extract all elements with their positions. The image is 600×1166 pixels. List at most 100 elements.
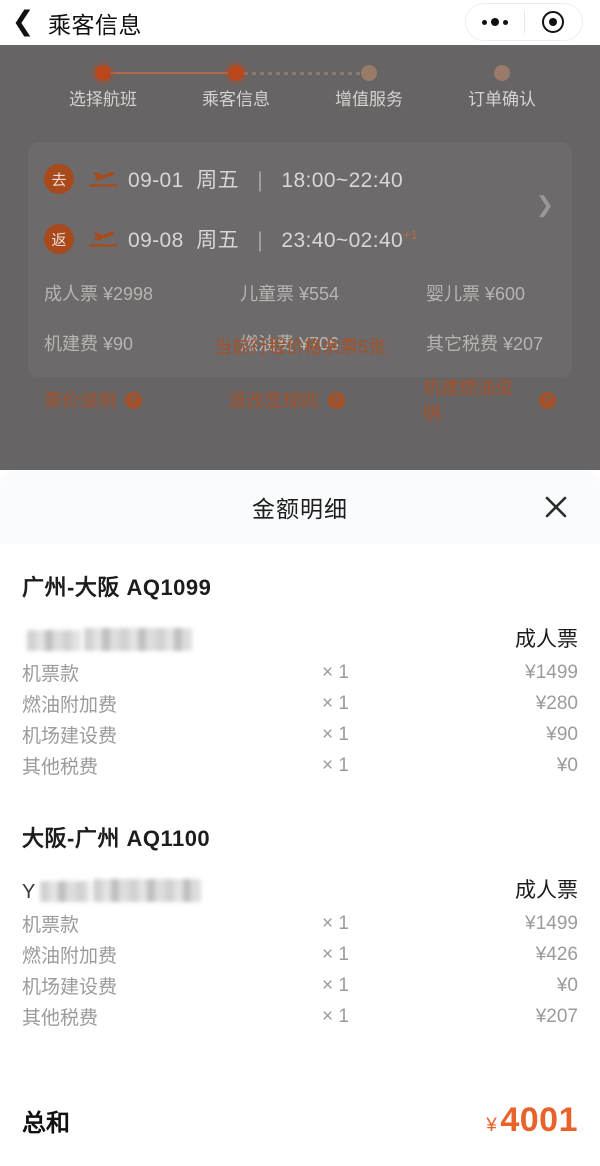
question-mark-icon[interactable]: ? (125, 391, 142, 409)
link-fare-rules-label: 票价说明 (44, 391, 116, 411)
question-mark-icon[interactable]: ? (327, 391, 345, 409)
leg-time-outbound: 18:00~22:40 (281, 169, 404, 192)
leg-info-outbound: 09-01 周五 | 18:00~22:40 (128, 164, 403, 194)
total-label: 总和 (22, 1109, 70, 1137)
stepper-label-1: 选择航班 (69, 90, 137, 109)
leg-weekday-return: 周五 (196, 229, 240, 252)
name-blur-part-1 (27, 630, 81, 651)
leg-badge-outbound: 去 (44, 164, 74, 194)
fee-row: 机场建设费 × 1 ¥90 (22, 719, 578, 750)
fee-amount: ¥280 (535, 692, 578, 714)
stepper-label-2: 乘客信息 (202, 90, 270, 109)
passenger-row-return: Y 成人票 (22, 870, 578, 908)
fee-row: 机票款 × 1 ¥1499 (22, 908, 578, 939)
total-amount: 4001 (500, 1100, 578, 1139)
name-blur-part-2 (93, 879, 202, 902)
fee-name: 机票款 (22, 664, 80, 685)
question-mark-icon[interactable]: ? (539, 391, 557, 409)
remaining-seats-text: 当前行程价格余票5张 (213, 337, 386, 357)
passenger-name-prefix-return: Y (22, 881, 36, 903)
link-fare-rules[interactable]: 票价说明 ? (44, 387, 229, 413)
passenger-type-return: 成人票 (515, 879, 578, 902)
chevron-left-icon[interactable]: ❮ (0, 0, 46, 45)
link-construction-fuel-label: 机建燃油说明 (423, 378, 514, 424)
passenger-row-outbound: 成人票 (22, 619, 578, 657)
fee-amount: ¥0 (556, 974, 578, 996)
price-segment-return: 大阪-广州 AQ1100 Y 成人票 机票款 × 1 ¥1499 燃油附加费 ×… (22, 781, 578, 1032)
fare-infant: 婴儿票 ¥600 (426, 284, 526, 304)
page-title: 乘客信息 (48, 11, 142, 38)
fare-adult: 成人票 ¥2998 (44, 284, 154, 304)
app-root: ❮ 乘客信息 选择航班 乘客信息 增值服务 订单确认 去 09-01 周五 | … (0, 0, 600, 1166)
stepper-dot-4[interactable] (494, 65, 510, 81)
fee-qty: × 1 (322, 943, 349, 965)
fee-qty: × 1 (322, 1005, 349, 1027)
policy-links-row: 票价说明 ? 退改签规则 ? 机建燃油说明 ? (44, 374, 557, 426)
fee-amount: ¥207 (535, 1005, 578, 1027)
stepper-dot-2[interactable] (228, 65, 244, 81)
fee-row: 燃油附加费 × 1 ¥280 (22, 688, 578, 719)
fee-qty: × 1 (322, 723, 349, 745)
leg-date-outbound: 09-01 (128, 169, 184, 192)
leg-date-return: 09-08 (128, 229, 184, 252)
fee-amount: ¥1499 (525, 661, 578, 683)
leg-weekday-outbound: 周五 (196, 169, 240, 192)
fee-name: 机场建设费 (22, 977, 118, 998)
name-blur-part-1 (40, 881, 91, 902)
fee-qty: × 1 (322, 974, 349, 996)
stepper-segment-2 (236, 71, 369, 75)
passenger-name-masked-return: Y (22, 876, 202, 903)
link-refund-change-label: 退改签规则 (228, 391, 319, 411)
fee-row: 机场建设费 × 1 ¥0 (22, 970, 578, 1001)
name-blur-part-2 (84, 628, 192, 651)
fee-name: 机票款 (22, 915, 80, 936)
fee-amount: ¥426 (535, 943, 578, 965)
passenger-type-outbound: 成人票 (515, 628, 578, 651)
link-construction-fuel-info[interactable]: 机建燃油说明 ? (423, 374, 557, 426)
plane-takeoff-icon (88, 171, 118, 187)
stepper-label-4: 订单确认 (468, 90, 536, 109)
stepper-dot-3[interactable] (361, 65, 377, 81)
chevron-right-icon[interactable]: ❯ (536, 192, 554, 218)
flight-leg-return[interactable]: 返 09-08 周五 | 23:40~02:40+1 (44, 217, 418, 261)
leg-separator-outbound: | (257, 169, 264, 192)
stepper-label-3: 增值服务 (335, 90, 403, 109)
stepper-dot-1[interactable] (95, 65, 111, 81)
fee-name: 其他税费 (22, 757, 99, 778)
fee-qty: × 1 (322, 912, 349, 934)
dimmed-background-page: 选择航班 乘客信息 增值服务 订单确认 去 09-01 周五 | 18:00~2… (0, 45, 600, 470)
fare-row-tickets: 成人票 ¥2998 儿童票 ¥554 婴儿票 ¥600 (44, 268, 556, 318)
more-dots-icon[interactable] (466, 4, 524, 40)
target-circle-icon[interactable] (525, 4, 583, 40)
total-row: 总和 ¥4001 (0, 1096, 600, 1144)
fee-list-return: 机票款 × 1 ¥1499 燃油附加费 × 1 ¥426 机场建设费 × 1 ¥… (22, 908, 578, 1032)
fee-qty: × 1 (322, 692, 349, 714)
fee-name: 燃油附加费 (22, 946, 118, 967)
currency-symbol: ¥ (486, 1114, 498, 1136)
price-segment-outbound: 广州-大阪 AQ1099 成人票 机票款 × 1 ¥1499 燃油附加费 × 1… (22, 544, 578, 781)
fee-list-outbound: 机票款 × 1 ¥1499 燃油附加费 × 1 ¥280 机场建设费 × 1 ¥… (22, 657, 578, 781)
stepper-track (0, 65, 600, 81)
leg-separator-return: | (257, 229, 264, 252)
price-detail-sheet: 金额明细 广州-大阪 AQ1099 成人票 机票款 × 1 ¥1499 燃油附加… (0, 470, 600, 1166)
fee-qty: × 1 (322, 754, 349, 776)
sheet-body: 广州-大阪 AQ1099 成人票 机票款 × 1 ¥1499 燃油附加费 × 1… (0, 544, 600, 1032)
flight-leg-outbound[interactable]: 去 09-01 周五 | 18:00~22:40 (44, 157, 403, 201)
segment-route-return: 大阪-广州 AQ1100 (22, 826, 211, 851)
link-refund-change-rules[interactable]: 退改签规则 ? (229, 387, 423, 413)
sheet-header: 金额明细 (0, 470, 600, 544)
fare-child: 儿童票 ¥554 (240, 284, 340, 304)
fee-name: 机场建设费 (22, 726, 118, 747)
total-value: ¥4001 (486, 1101, 578, 1140)
fee-amount: ¥90 (546, 723, 578, 745)
wechat-capsule (465, 3, 583, 41)
leg-time-return: 23:40~02:40 (281, 229, 404, 252)
fee-name: 其他税费 (22, 1008, 99, 1029)
fee-row: 其他税费 × 1 ¥0 (22, 750, 578, 781)
booking-stepper: 选择航班 乘客信息 增值服务 订单确认 (0, 45, 600, 123)
close-x-icon[interactable] (534, 485, 578, 529)
fee-amount: ¥0 (556, 754, 578, 776)
navigation-bar: ❮ 乘客信息 (0, 0, 600, 45)
fee-amount: ¥1499 (525, 912, 578, 934)
fee-row: 其他税费 × 1 ¥207 (22, 1001, 578, 1032)
